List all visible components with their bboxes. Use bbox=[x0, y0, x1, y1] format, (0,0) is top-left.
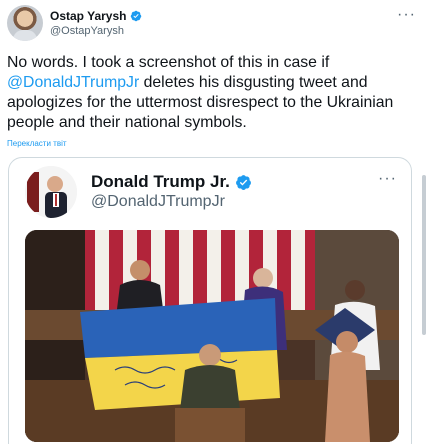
quoted-name-row: Donald Trump Jr. bbox=[91, 172, 252, 192]
tweet-header: Ostap Yarysh @OstapYarysh ··· bbox=[0, 0, 428, 50]
more-options-icon[interactable]: ··· bbox=[378, 170, 397, 188]
quoted-tweet-photo[interactable] bbox=[25, 230, 399, 442]
verified-badge-icon bbox=[235, 174, 251, 190]
quoted-tweet[interactable]: Donald Trump Jr. @DonaldJTrumpJr ··· bbox=[8, 157, 412, 444]
mention-link[interactable]: @DonaldJTrumpJr bbox=[7, 74, 139, 91]
translate-tweet-link[interactable]: Перекласти твіт bbox=[7, 139, 67, 148]
photo-image bbox=[25, 230, 399, 442]
quoted-author-name[interactable]: Donald Trump Jr. bbox=[91, 172, 230, 192]
more-options-icon[interactable]: ··· bbox=[397, 6, 416, 24]
author-name[interactable]: Ostap Yarysh bbox=[50, 9, 127, 23]
quoted-avatar-image bbox=[25, 166, 77, 218]
author-avatar[interactable] bbox=[7, 5, 43, 41]
quoted-author-avatar[interactable] bbox=[25, 166, 77, 218]
verified-badge-icon bbox=[130, 10, 141, 22]
author-name-row: Ostap Yarysh bbox=[50, 9, 142, 23]
quoted-author-handle[interactable]: @DonaldJTrumpJr bbox=[91, 193, 225, 211]
tweet-text-part: No words. I took a screenshot of this in… bbox=[7, 54, 330, 71]
author-handle[interactable]: @OstapYarysh bbox=[50, 25, 124, 37]
scrollbar[interactable] bbox=[420, 155, 428, 444]
tweet-text: No words. I took a screenshot of this in… bbox=[7, 53, 417, 133]
scrollbar-thumb[interactable] bbox=[422, 175, 426, 335]
